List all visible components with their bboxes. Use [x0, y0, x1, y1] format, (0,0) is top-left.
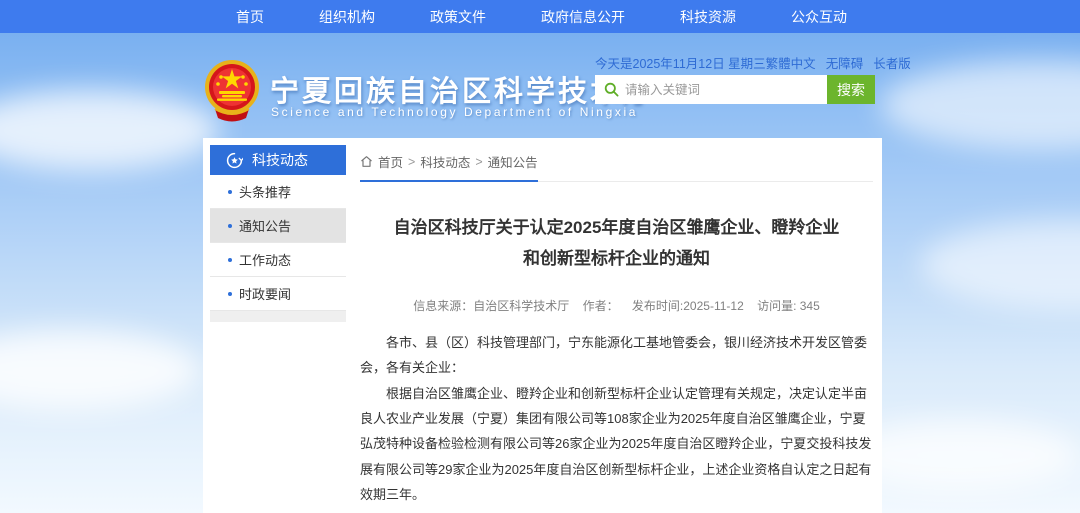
bullet-dot-icon: [228, 292, 232, 296]
article-title-line1: 自治区科技厅关于认定2025年度自治区雏鹰企业、瞪羚企业: [360, 212, 873, 243]
nav-item-home[interactable]: 首页: [236, 7, 264, 27]
sidebar-item-label: 头条推荐: [239, 182, 291, 201]
link-traditional-chinese[interactable]: 繁體中文: [766, 53, 816, 72]
link-accessibility[interactable]: 无障碍: [826, 53, 864, 72]
article-paragraph: 各市、县（区）科技管理部门，宁东能源化工基地管委会，银川经济技术开发区管委会，各…: [360, 330, 873, 381]
site-subtitle: Science and Technology Department of Nin…: [271, 105, 638, 119]
nav-item-gov-info-disclosure[interactable]: 政府信息公开: [541, 7, 625, 27]
tech-news-icon: [226, 152, 243, 169]
search-bar: 搜索: [595, 75, 875, 104]
sidebar-item-label: 时政要闻: [239, 284, 291, 303]
breadcrumb-notices[interactable]: 通知公告: [488, 152, 538, 171]
meta-source: 信息来源：自治区科学技术厅: [413, 299, 569, 313]
breadcrumb-separator: >: [475, 155, 482, 169]
search-button[interactable]: 搜索: [827, 75, 875, 104]
sidebar-item-work-updates[interactable]: 工作动态: [210, 243, 346, 277]
sidebar-item-political-news[interactable]: 时政要闻: [210, 277, 346, 311]
cloud-decoration: [920, 220, 1080, 310]
nav-item-policy-documents[interactable]: 政策文件: [430, 7, 486, 27]
breadcrumb: 首页 > 科技动态 > 通知公告: [360, 152, 538, 182]
article-meta: 信息来源：自治区科学技术厅 作者： 发布时间:2025-11-12 访问量: 3…: [360, 297, 873, 314]
home-icon: [360, 155, 373, 168]
meta-views: 访问量: 345: [757, 299, 820, 313]
meta-author: 作者：: [583, 299, 619, 313]
article-body: 各市、县（区）科技管理部门，宁东能源化工基地管委会，银川经济技术开发区管委会，各…: [360, 330, 873, 507]
article-title-line2: 和创新型标杆企业的通知: [360, 243, 873, 274]
nav-item-tech-resources[interactable]: 科技资源: [680, 7, 736, 27]
link-senior-version[interactable]: 长者版: [873, 53, 911, 72]
breadcrumb-tech-news[interactable]: 科技动态: [420, 152, 470, 171]
sidebar-footer-strip: [210, 311, 346, 322]
search-icon: [604, 82, 619, 97]
article-title: 自治区科技厅关于认定2025年度自治区雏鹰企业、瞪羚企业 和创新型标杆企业的通知: [360, 212, 873, 275]
sidebar: 科技动态 头条推荐 通知公告 工作动态 时政要闻: [210, 145, 346, 322]
breadcrumb-row: 首页 > 科技动态 > 通知公告: [360, 144, 873, 182]
nav-item-public-interaction[interactable]: 公众互动: [791, 7, 847, 27]
meta-publish-date: 发布时间:2025-11-12: [632, 299, 744, 313]
cloud-decoration: [0, 330, 200, 410]
breadcrumb-home[interactable]: 首页: [378, 152, 403, 171]
sidebar-header: 科技动态: [210, 145, 346, 175]
bullet-dot-icon: [228, 224, 232, 228]
breadcrumb-separator: >: [408, 155, 415, 169]
page: { "navbar": { "items": ["首页", "组织机构", "政…: [0, 0, 1080, 513]
nav-item-organization[interactable]: 组织机构: [319, 7, 375, 27]
bullet-dot-icon: [228, 190, 232, 194]
article-paragraph: 根据自治区雏鹰企业、瞪羚企业和创新型标杆企业认定管理有关规定，决定认定半亩良人农…: [360, 381, 873, 508]
top-navigation: 首页 组织机构 政策文件 政府信息公开 科技资源 公众互动: [0, 0, 1080, 33]
search-input-container: [595, 75, 827, 104]
national-emblem-logo: [203, 57, 261, 123]
sidebar-title: 科技动态: [252, 150, 308, 170]
sidebar-menu: 头条推荐 通知公告 工作动态 时政要闻: [210, 175, 346, 311]
search-input[interactable]: [625, 83, 818, 97]
site-header: 宁夏回族自治区科学技术厅 Science and Technology Depa…: [0, 33, 1080, 138]
sidebar-item-label: 通知公告: [239, 216, 291, 235]
sidebar-item-notices[interactable]: 通知公告: [210, 209, 346, 243]
sidebar-item-label: 工作动态: [239, 250, 291, 269]
header-utility-bar: 今天是2025年11月12日 星期三 繁體中文 无障碍 长者版: [595, 53, 875, 72]
content-container: 科技动态 头条推荐 通知公告 工作动态 时政要闻: [203, 138, 882, 513]
sidebar-item-headline-recommend[interactable]: 头条推荐: [210, 175, 346, 209]
main-article-area: 首页 > 科技动态 > 通知公告 自治区科技厅关于认定2025年度自治区雏鹰企业…: [360, 144, 873, 513]
bullet-dot-icon: [228, 258, 232, 262]
current-date: 今天是2025年11月12日 星期三: [595, 53, 766, 72]
